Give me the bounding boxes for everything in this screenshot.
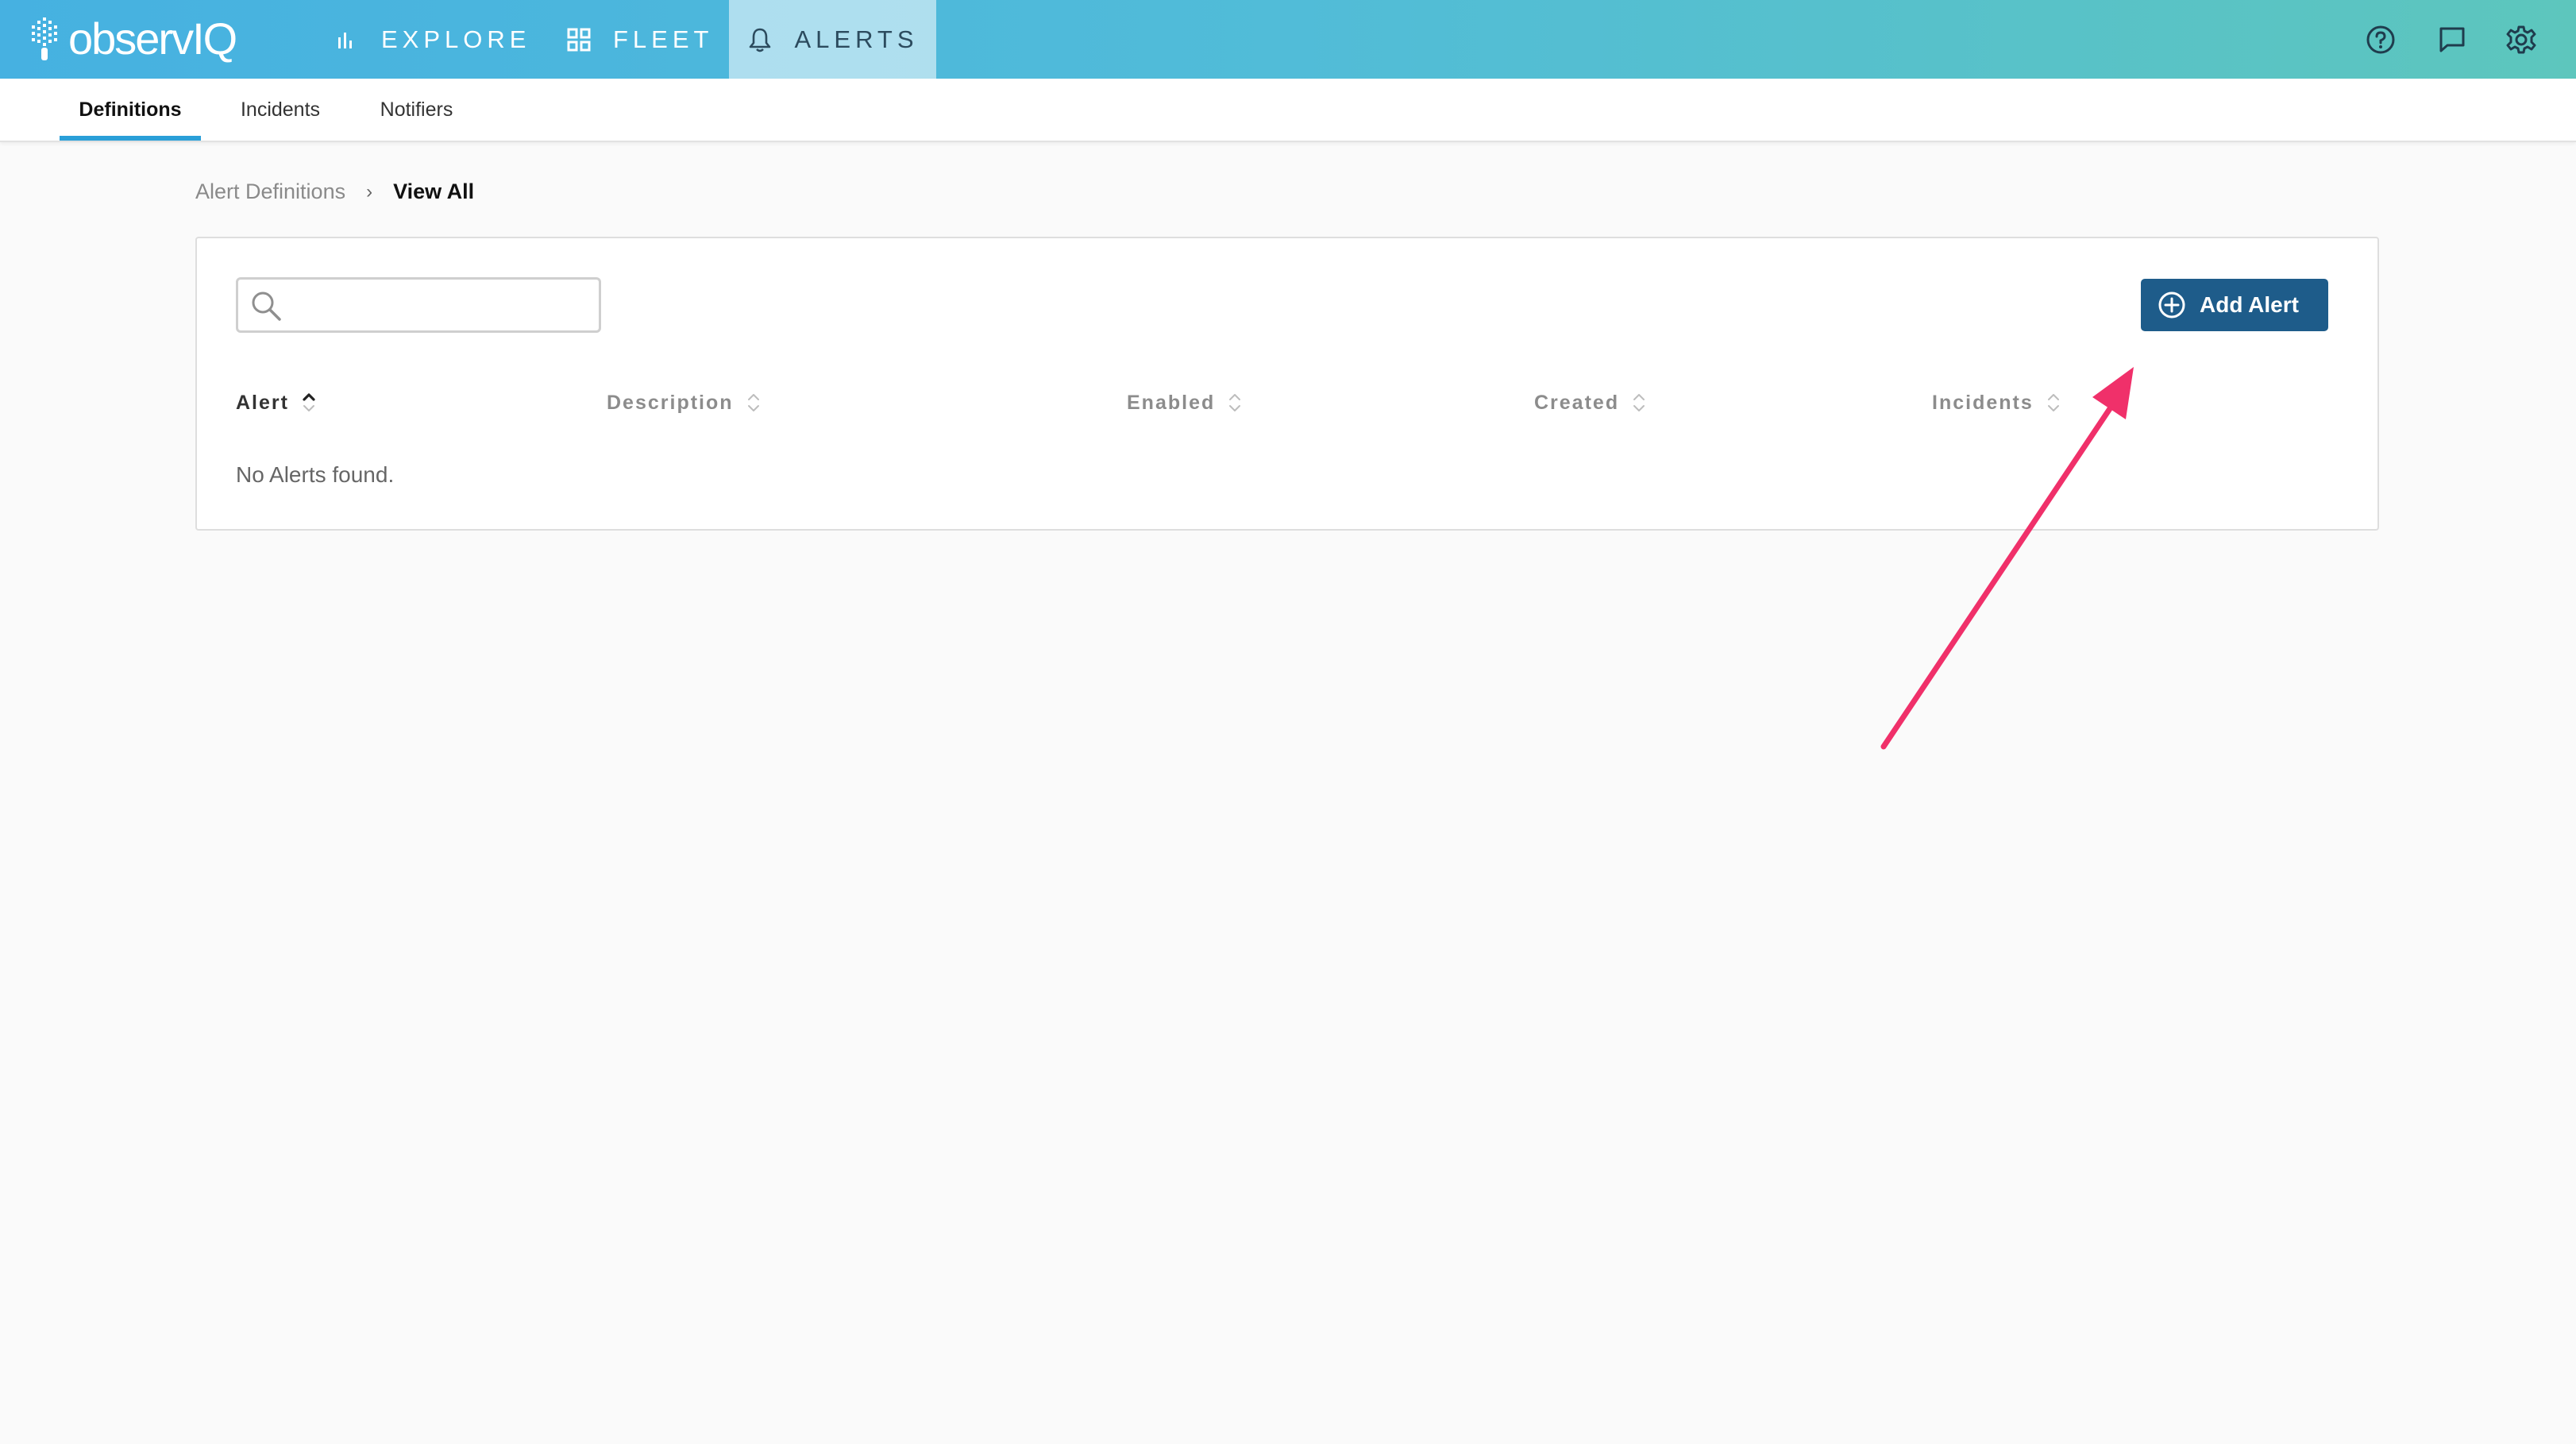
sort-icon [2047,394,2059,411]
plus-circle-icon [2158,292,2185,319]
tab-incidents[interactable]: Incidents [221,79,340,141]
nav-fleet-label: FLEET [613,25,714,53]
column-header-enabled-label: Enabled [1127,391,1216,414]
empty-state-message: No Alerts found. [236,462,395,487]
grid-icon [567,28,591,51]
breadcrumb-alert-definitions[interactable]: Alert Definitions [195,180,345,204]
tab-notifiers[interactable]: Notifiers [359,79,474,141]
chat-icon[interactable] [2436,24,2468,56]
nav-alerts-label: ALERTS [794,25,919,53]
breadcrumb: Alert Definitions › View All [195,180,474,204]
help-icon[interactable] [2365,24,2397,56]
column-header-created[interactable]: Created [1534,389,1648,416]
column-header-created-label: Created [1534,391,1620,414]
column-header-incidents[interactable]: Incidents [1932,389,2062,416]
column-header-alert-label: Alert [236,391,289,414]
observiq-logo[interactable]: observIQ [30,13,237,65]
add-alert-label: Add Alert [2200,292,2299,317]
column-header-enabled[interactable]: Enabled [1127,389,1244,416]
nav-explore-label: EXPLORE [381,25,531,53]
column-header-incidents-label: Incidents [1932,391,2034,414]
column-header-description-label: Description [607,391,734,414]
breadcrumb-separator: › [366,180,373,203]
nav-alerts[interactable]: ALERTS [729,0,936,79]
bar-chart-icon [338,32,352,48]
column-header-alert[interactable]: Alert [236,389,318,416]
alert-definitions-card: Add Alert Alert Description Enabled Crea… [195,237,2379,531]
breadcrumb-current: View All [393,180,475,203]
observiq-logo-icon [32,17,57,60]
nav-fleet[interactable]: FLEET [565,0,713,79]
sort-icon [1633,394,1645,411]
add-alert-button[interactable]: Add Alert [2141,279,2328,331]
sort-icon [747,394,759,411]
sub-navigation: Definitions Incidents Notifiers [0,79,2576,142]
search-input[interactable] [291,286,588,326]
column-header-description[interactable]: Description [607,389,762,416]
bell-icon [750,28,771,52]
annotation-arrow [1880,367,2134,750]
search-box[interactable] [236,277,601,333]
top-navigation-bar: observIQ EXPLORE FLEET ALERTS [0,0,2576,79]
logo-text: observIQ [68,14,237,64]
nav-explore[interactable]: EXPLORE [334,0,530,79]
sort-ascending-icon [303,393,315,411]
search-icon [252,292,281,321]
sort-icon [1229,394,1241,411]
settings-icon[interactable] [2505,24,2537,56]
tab-definitions[interactable]: Definitions [60,79,201,141]
